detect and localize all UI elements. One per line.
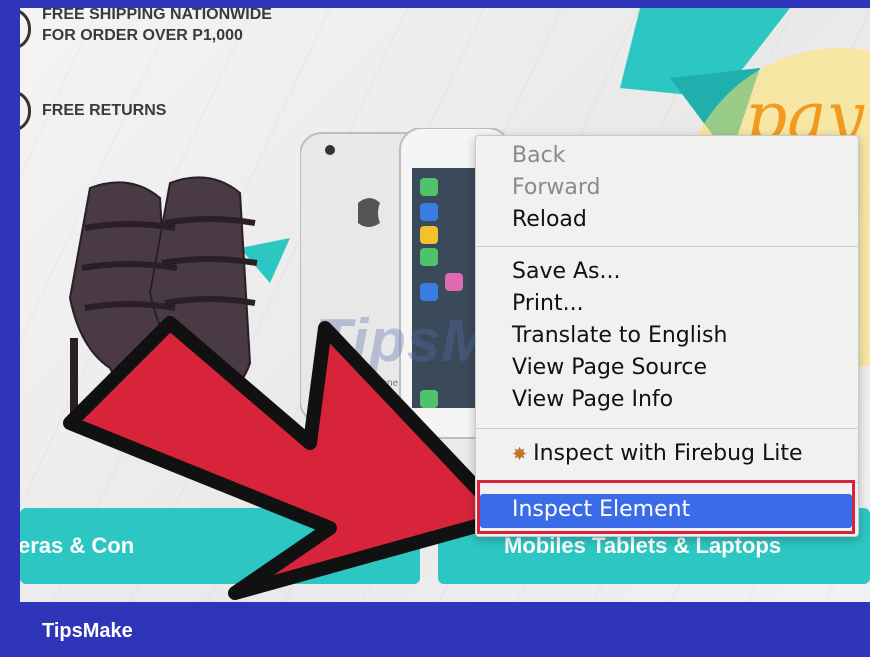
menu-separator [476,428,858,429]
menu-item-view-info[interactable]: View Page Info [512,387,673,412]
promo-returns: FREE RETURNS [42,102,167,119]
menu-item-firebug[interactable]: ✸ Inspect with Firebug Lite [512,441,803,466]
inspect-element-callout [477,480,855,534]
menu-item-save-as[interactable]: Save As... [512,259,621,284]
menu-separator [476,246,858,247]
menu-item-reload[interactable]: Reload [512,207,587,232]
menu-item-translate[interactable]: Translate to English [512,323,727,348]
promo-shipping-line2: FOR ORDER OVER P1,000 [42,27,243,44]
menu-item-view-source[interactable]: View Page Source [512,355,707,380]
menu-item-forward[interactable]: Forward [512,175,600,200]
promo-shipping-line1: FREE SHIPPING NATIONWIDE [42,8,272,23]
menu-item-print[interactable]: Print... [512,291,584,316]
promo-shipping: FREE SHIPPING NATIONWIDE FOR ORDER OVER … [42,8,272,46]
brand-label: TipsMake [42,620,133,642]
red-arrow-icon [63,316,512,600]
menu-item-back[interactable]: Back [512,143,565,168]
firebug-icon: ✸ [512,444,528,465]
menu-item-firebug-label: Inspect with Firebug Lite [533,441,803,466]
context-menu: Back Forward Reload Save As... Print... … [475,135,859,537]
